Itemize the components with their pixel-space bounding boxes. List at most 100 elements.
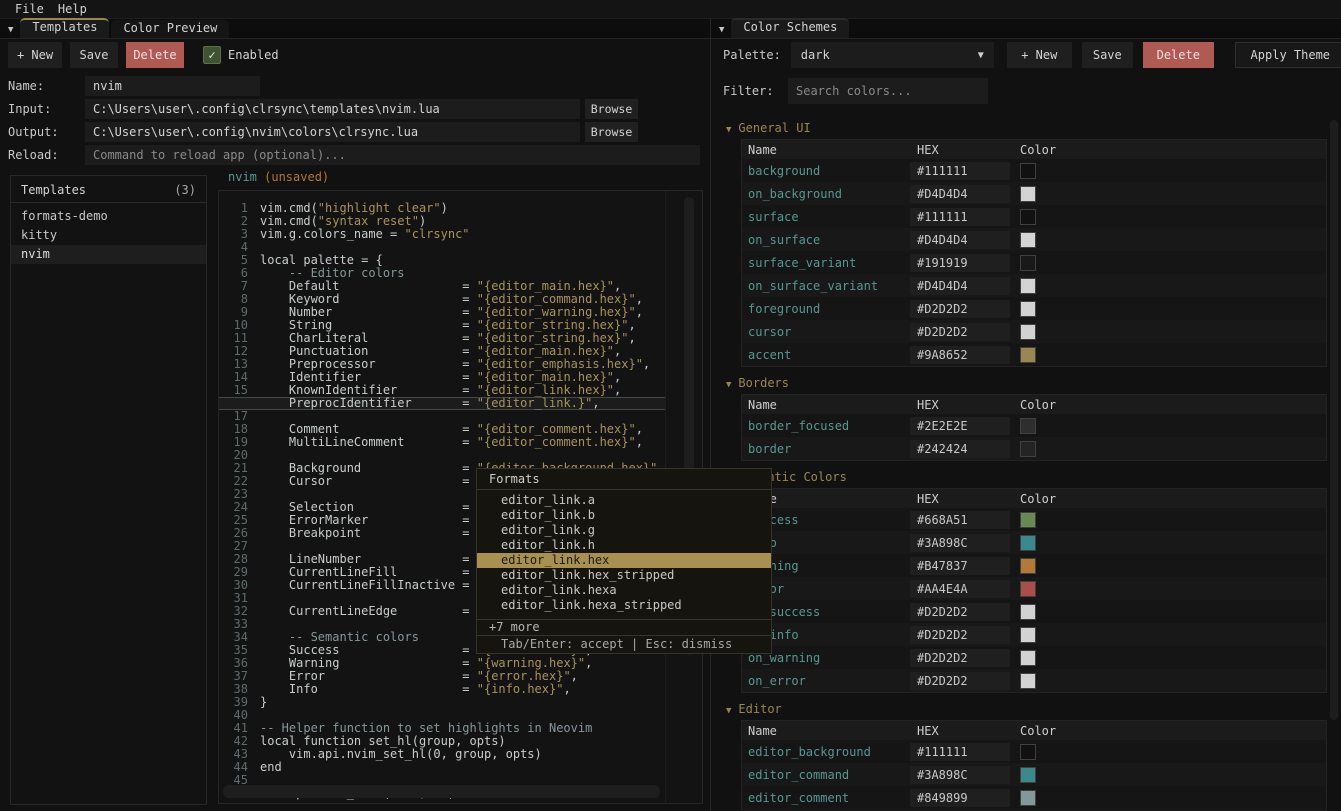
hex-value-field[interactable]: #191919 — [910, 254, 1010, 272]
code-line[interactable]: 19 MultiLineComment = "{editor_comment.h… — [219, 436, 665, 449]
code-line[interactable]: 44end — [219, 761, 665, 774]
color-swatch[interactable] — [1020, 650, 1036, 666]
template-list-item[interactable]: formats-demo — [11, 207, 206, 226]
hex-value-field[interactable]: #D2D2D2 — [910, 603, 1010, 621]
section-header[interactable]: ▼Semantic Colors — [726, 470, 1329, 484]
template-list-item[interactable]: kitty — [11, 226, 206, 245]
color-swatch[interactable] — [1020, 581, 1036, 597]
color-table-header: NameHEXColor — [742, 489, 1326, 508]
color-swatch[interactable] — [1020, 301, 1036, 317]
reload-command-field[interactable] — [85, 145, 700, 165]
popup-more-indicator[interactable]: +7 more — [477, 619, 771, 635]
color-swatch[interactable] — [1020, 441, 1036, 457]
delete-palette-button[interactable]: Delete — [1143, 42, 1214, 68]
code-line[interactable]: 43 vim.api.nvim_set_hl(0, group, opts) — [219, 748, 665, 761]
popup-item[interactable]: editor_link.hexa_stripped — [477, 598, 771, 613]
format-autocomplete-popup: Formats editor_link.aeditor_link.beditor… — [476, 468, 772, 654]
color-search-input[interactable] — [788, 78, 988, 104]
hex-value-field[interactable]: #3A898C — [910, 534, 1010, 552]
hex-value-field[interactable]: #668A51 — [910, 511, 1010, 529]
hex-value-field[interactable]: #D2D2D2 — [910, 649, 1010, 667]
hex-value-field[interactable]: #D4D4D4 — [910, 277, 1010, 295]
section-header[interactable]: ▼General UI — [726, 121, 1329, 135]
popup-item[interactable]: editor_link.hex_stripped — [477, 568, 771, 583]
color-swatch[interactable] — [1020, 418, 1036, 434]
color-swatch[interactable] — [1020, 232, 1036, 248]
color-swatch[interactable] — [1020, 512, 1036, 528]
hex-value-field[interactable]: #D4D4D4 — [910, 231, 1010, 249]
color-row: editor_background#111111 — [742, 740, 1326, 763]
collapse-pane-icon[interactable]: ▼ — [8, 25, 13, 35]
code-line-current[interactable]: PreprocIdentifier = "{editor_link.}", — [219, 397, 665, 410]
popup-item[interactable]: editor_link.h — [477, 538, 771, 553]
hex-value-field[interactable]: #B47837 — [910, 557, 1010, 575]
hex-value-field[interactable]: #D2D2D2 — [910, 672, 1010, 690]
color-row: on_warning#D2D2D2 — [742, 646, 1326, 669]
new-template-button[interactable]: + New — [8, 42, 62, 68]
color-swatch[interactable] — [1020, 209, 1036, 225]
editor-horizontal-scrollbar[interactable] — [223, 785, 660, 798]
new-palette-button[interactable]: + New — [1007, 42, 1072, 68]
tab-templates[interactable]: Templates — [20, 18, 109, 38]
code-line[interactable]: 39} — [219, 696, 665, 709]
hex-value-field[interactable]: #D2D2D2 — [910, 626, 1010, 644]
hex-value-field[interactable]: #3A898C — [910, 766, 1010, 784]
palette-dropdown[interactable]: dark ▼ — [791, 42, 994, 68]
color-swatch[interactable] — [1020, 744, 1036, 760]
hex-value-field[interactable]: #2E2E2E — [910, 417, 1010, 435]
color-swatch[interactable] — [1020, 627, 1036, 643]
hex-value-field[interactable]: #AA4E4A — [910, 580, 1010, 598]
section-header[interactable]: ▼Editor — [726, 702, 1329, 716]
color-swatch[interactable] — [1020, 186, 1036, 202]
hex-value-field[interactable]: #242424 — [910, 440, 1010, 458]
hex-value-field[interactable]: #111111 — [910, 208, 1010, 226]
palette-toolbar: Palette: dark ▼ + New Save Delete Apply … — [723, 42, 1341, 68]
color-row: surface_variant#191919 — [742, 251, 1326, 274]
hex-value-field[interactable]: #111111 — [910, 162, 1010, 180]
tab-color-preview[interactable]: Color Preview — [111, 20, 229, 38]
color-swatch[interactable] — [1020, 163, 1036, 179]
color-swatch[interactable] — [1020, 535, 1036, 551]
save-template-button[interactable]: Save — [70, 42, 118, 68]
color-swatch[interactable] — [1020, 347, 1036, 363]
color-swatch[interactable] — [1020, 604, 1036, 620]
popup-item[interactable]: editor_link.g — [477, 523, 771, 538]
menu-file[interactable]: File — [15, 2, 44, 16]
output-path-field[interactable] — [85, 122, 580, 142]
popup-item[interactable]: editor_link.hexa — [477, 583, 771, 598]
right-pane-scrollbar[interactable] — [1330, 120, 1338, 720]
hex-value-field[interactable]: #9A8652 — [910, 346, 1010, 364]
hex-value-field[interactable]: #D2D2D2 — [910, 300, 1010, 318]
color-swatch[interactable] — [1020, 767, 1036, 783]
collapse-pane-icon[interactable]: ▼ — [719, 25, 724, 35]
enabled-checkbox[interactable]: ✓ — [203, 46, 221, 64]
color-swatch[interactable] — [1020, 255, 1036, 271]
popup-item[interactable]: editor_link.b — [477, 508, 771, 523]
section-header[interactable]: ▼Borders — [726, 376, 1329, 390]
color-swatch[interactable] — [1020, 278, 1036, 294]
color-swatch[interactable] — [1020, 558, 1036, 574]
delete-template-button[interactable]: Delete — [126, 42, 184, 68]
menu-help[interactable]: Help — [58, 2, 87, 16]
template-list-item[interactable]: nvim — [11, 245, 206, 264]
color-row: info#3A898C — [742, 531, 1326, 554]
popup-item[interactable]: editor_link.hex — [477, 553, 771, 568]
apply-theme-button[interactable]: Apply Theme — [1235, 42, 1341, 68]
save-palette-button[interactable]: Save — [1082, 42, 1133, 68]
name-input[interactable] — [85, 76, 260, 96]
color-swatch[interactable] — [1020, 790, 1036, 806]
hex-value-field[interactable]: #D4D4D4 — [910, 185, 1010, 203]
color-name: editor_background — [742, 745, 910, 759]
color-swatch[interactable] — [1020, 324, 1036, 340]
browse-output-button[interactable]: Browse — [585, 122, 638, 142]
hex-value-field[interactable]: #849899 — [910, 789, 1010, 807]
hex-value-field[interactable]: #111111 — [910, 743, 1010, 761]
browse-input-button[interactable]: Browse — [585, 99, 638, 119]
hex-value-field[interactable]: #D2D2D2 — [910, 323, 1010, 341]
code-line[interactable]: 3vim.g.colors_name = "clrsync" — [219, 228, 665, 241]
input-path-field[interactable] — [85, 99, 580, 119]
tab-color-schemes[interactable]: Color Schemes — [731, 18, 849, 38]
popup-item[interactable]: editor_link.a — [477, 493, 771, 508]
color-swatch[interactable] — [1020, 673, 1036, 689]
code-line[interactable]: 38 Info = "{info.hex}", — [219, 683, 665, 696]
